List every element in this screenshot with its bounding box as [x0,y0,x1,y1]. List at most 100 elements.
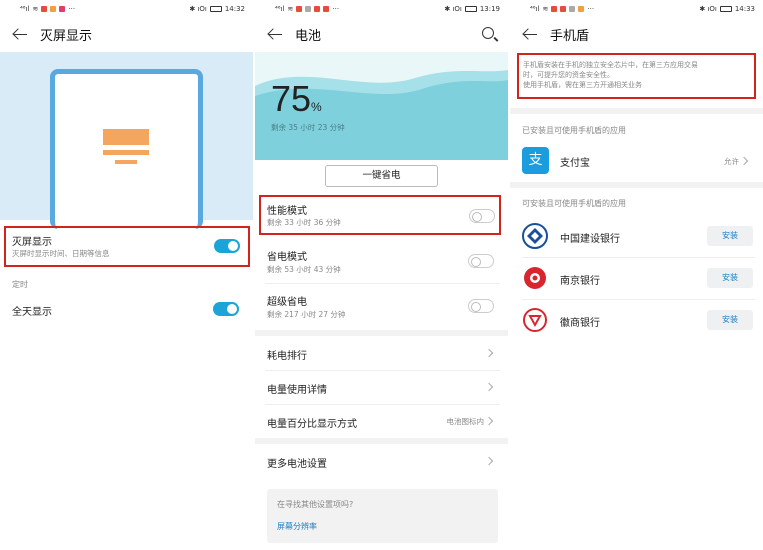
more-battery-settings-row[interactable]: 更多电池设置 [255,444,508,478]
notification-icon [560,6,567,12]
header: 手机盾 [510,18,763,50]
section-header: 可安装且可使用手机盾的应用 [522,199,626,208]
save-mode-subtitle: 剩余 53 小时 43 分钟 [267,265,341,274]
app-name: 中国建设银行 [560,234,620,245]
install-button[interactable]: 安装 [707,226,753,246]
bluetooth-vibrate-icon: ✱ ıOı [189,5,207,13]
bluetooth-vibrate-icon: ✱ ıOı [444,5,462,13]
percent-display-row[interactable]: 电量百分比显示方式 电池图标内 [255,404,508,438]
more-notifications: ··· [68,5,76,13]
ultra-save-toggle[interactable] [468,299,494,313]
more-notifications: ··· [587,5,595,13]
clock: 14:32 [224,5,245,13]
ccb-logo-icon [522,223,548,249]
illustration-block [103,129,149,145]
power-rank-row[interactable]: 耗电排行 [255,336,508,370]
screens-composite: ⁴⁶ıl ≋ ··· ✱ ıOı 14:32 灭屏显示 灭屏显示 灭屏时显示时间… [0,0,763,550]
list-item: 徽商银行 安装 [510,300,763,340]
signal-icon: ⁴⁶ıl [275,5,285,13]
percent-display-label: 电量百分比显示方式 [267,419,357,430]
page-title: 手机盾 [550,28,590,44]
alipay-label: 支付宝 [560,158,590,169]
battery-remaining: 剩余 35 小时 23 分钟 [271,123,345,132]
aod-toggle-row[interactable]: 灭屏显示 灭屏时显示时间、日期等信息 [4,226,250,267]
battery-percent-unit: % [311,100,322,114]
perf-mode-subtitle: 剩余 33 小时 36 分钟 [267,218,341,227]
battery-percent: 75% [271,78,322,120]
page-title: 灭屏显示 [40,28,93,44]
save-mode-toggle[interactable] [468,254,494,268]
aod-subtitle: 灭屏时显示时间、日期等信息 [12,249,110,258]
more-battery-settings-label: 更多电池设置 [267,459,327,470]
notification-icon [551,6,558,12]
battery-icon [719,6,732,12]
app-name: 徽商银行 [560,318,600,329]
resolution-link[interactable]: 屏幕分辨率 [277,521,317,532]
all-day-row[interactable]: 全天显示 [0,294,253,324]
list-item: 南京银行 安装 [510,258,763,298]
one-key-save-button[interactable]: 一键省电 [325,165,438,187]
battery-icon [464,6,477,12]
install-button[interactable]: 安装 [707,310,753,330]
signal-icon: ⁴⁶ıl [530,5,540,13]
notification-icon [578,6,585,12]
search-icon[interactable] [482,27,494,39]
clock: 14:33 [734,5,755,13]
usage-detail-label: 电量使用详情 [267,385,327,396]
screen-battery: ⁴⁶ıl ≋ ··· ✱ ıOı 13:19 电池 75% 剩余 35 小时 2… [255,0,508,550]
signal-icon: ⁴⁶ıl [20,5,30,13]
alipay-icon: 支 [522,147,549,174]
wifi-icon: ≋ [32,5,39,13]
battery-percent-value: 75 [271,78,312,119]
app-name: 南京银行 [560,276,600,287]
header: 电池 [255,18,508,50]
description-line: 时，可提升您的资金安全性。 [523,71,614,79]
wifi-icon: ≋ [287,5,294,13]
section-gap [510,182,763,188]
perf-mode-row[interactable]: 性能模式 剩余 33 小时 36 分钟 [259,195,501,235]
aod-illustration [0,52,253,229]
screen-aod: ⁴⁶ıl ≋ ··· ✱ ıOı 14:32 灭屏显示 灭屏显示 灭屏时显示时间… [0,0,253,550]
nanjing-bank-logo-icon [522,265,548,291]
wifi-icon: ≋ [542,5,549,13]
description-line: 使用手机盾，需在第三方开通相关业务 [523,81,642,89]
description-line: 手机盾安装在手机的独立安全芯片中，在第三方应用交易 [523,61,698,69]
ultra-save-row[interactable]: 超级省电 剩余 217 小时 27 分钟 [255,285,508,327]
section-gap [510,108,763,114]
install-button[interactable]: 安装 [707,268,753,288]
illustration-line [103,150,149,155]
chevron-right-icon [484,416,494,426]
suggestion-card: 在寻找其他设置项吗? 屏幕分辨率 [267,489,498,543]
header: 灭屏显示 [0,18,253,50]
aod-label: 灭屏显示 [12,237,52,248]
more-notifications: ··· [332,5,340,13]
bluetooth-vibrate-icon: ✱ ıOı [699,5,717,13]
section-header: 定时 [12,280,28,289]
alipay-row[interactable]: 支 支付宝 允许 [510,142,763,180]
huishang-bank-logo-icon [522,307,548,333]
back-arrow-icon[interactable] [522,26,538,42]
chevron-right-icon [739,156,749,166]
ultra-save-subtitle: 剩余 217 小时 27 分钟 [267,310,346,319]
aod-toggle[interactable] [214,239,240,253]
chevron-right-icon [484,456,494,466]
perf-mode-toggle[interactable] [469,209,495,223]
chevron-right-icon [484,382,494,392]
percent-display-value: 电池图标内 [446,417,485,426]
section-header: 已安装且可使用手机盾的应用 [522,126,626,135]
all-day-toggle[interactable] [213,302,239,316]
usage-detail-row[interactable]: 电量使用详情 [255,370,508,404]
clock: 13:19 [479,5,500,13]
page-title: 电池 [295,28,322,44]
notification-icon [314,6,321,12]
notification-icon [59,6,66,12]
notification-icon [296,6,303,12]
screen-phone-shield: ⁴⁶ıl ≋ ··· ✱ ıOı 14:33 手机盾 手机盾安装在手机的独立安全… [510,0,763,550]
suggestion-title: 在寻找其他设置项吗? [277,500,354,509]
back-arrow-icon[interactable] [267,26,283,42]
notification-icon [569,6,576,12]
all-day-label: 全天显示 [12,307,52,318]
save-mode-row[interactable]: 省电模式 剩余 53 小时 43 分钟 [255,240,508,282]
back-arrow-icon[interactable] [12,26,28,42]
divider [265,283,500,284]
